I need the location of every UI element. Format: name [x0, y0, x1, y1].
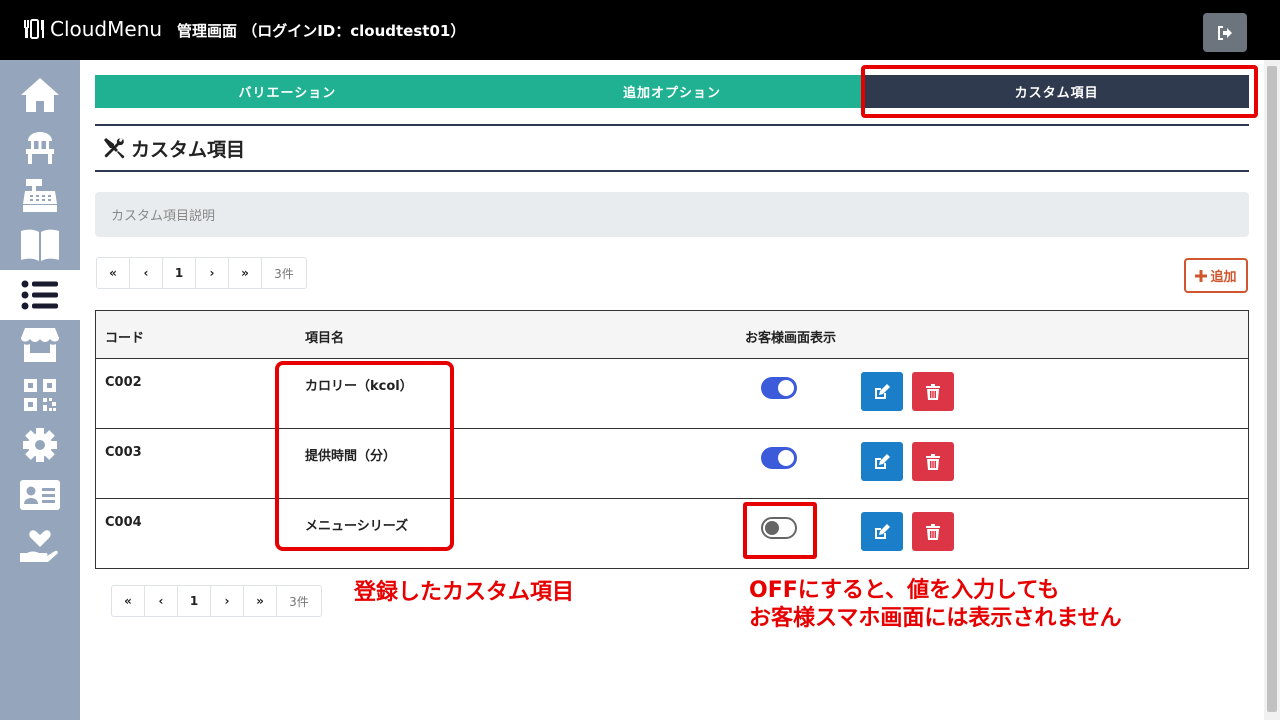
sidebar-item-support[interactable] [0, 520, 80, 570]
display-toggle[interactable] [761, 377, 797, 399]
page-title: カスタム項目 [95, 124, 1249, 172]
pager-last-button[interactable]: » [229, 258, 262, 288]
scrollbar-thumb[interactable] [1267, 66, 1277, 712]
sidebar-item-register[interactable] [0, 170, 80, 220]
sidebar-item-qrcode[interactable] [0, 370, 80, 420]
edit-button[interactable] [861, 512, 903, 551]
pager-next-button[interactable]: › [211, 586, 244, 616]
column-header-name: 項目名 [305, 331, 345, 346]
row-code: C002 [105, 375, 142, 390]
custom-items-table: コード 項目名 お客様画面表示 C002 カロリー（kcol） C003 提供時… [95, 310, 1249, 569]
book-open-icon [21, 229, 59, 261]
trash-icon [926, 453, 940, 470]
tab-additional-options[interactable]: 追加オプション [479, 75, 865, 108]
sidebar-item-home[interactable] [0, 70, 80, 120]
edit-icon [875, 453, 890, 469]
column-header-code: コード [105, 331, 145, 346]
header-title: 管理画面 （ログインID：cloudtest01） [177, 22, 466, 40]
annotation-registered-items: 登録したカスタム項目 [354, 580, 575, 605]
delete-button[interactable] [912, 372, 954, 411]
table-row: C002 カロリー（kcol） [96, 359, 1248, 429]
pagination-top: « ‹ 1 › » 3件 [96, 257, 307, 289]
sign-out-icon [1218, 25, 1232, 40]
pager-page-button[interactable]: 1 [163, 258, 196, 288]
page-scrollbar[interactable] [1264, 60, 1280, 720]
delete-button[interactable] [912, 442, 954, 481]
fork-knife-phone-icon [24, 19, 44, 39]
annotation-off-note-line1: OFFにすると、値を入力しても [749, 578, 1060, 603]
pager-first-button[interactable]: « [97, 258, 130, 288]
store-icon [21, 328, 59, 362]
sidebar-item-list[interactable] [0, 270, 80, 320]
cash-register-icon [23, 179, 57, 212]
delete-button[interactable] [912, 512, 954, 551]
sidebar-item-profile[interactable] [0, 470, 80, 520]
logo-text: CloudMenu [50, 17, 163, 41]
edit-button[interactable] [861, 372, 903, 411]
pager-count: 3件 [274, 266, 294, 281]
trash-icon [926, 383, 940, 400]
row-code: C003 [105, 445, 142, 460]
table-row: C004 メニューシリーズ [96, 499, 1248, 569]
add-button[interactable]: 追加 [1184, 258, 1248, 293]
logo: CloudMenu [22, 17, 162, 41]
edit-button[interactable] [861, 442, 903, 481]
edit-icon [875, 523, 890, 539]
annotation-off-note-line2: お客様スマホ画面には表示されません [749, 606, 1122, 631]
pager-count: 3件 [289, 594, 309, 609]
tools-icon [104, 138, 125, 159]
sidebar [0, 60, 80, 720]
custom-item-description: カスタム項目説明 [95, 192, 1249, 237]
chair-icon [26, 132, 54, 164]
pagination-bottom: « ‹ 1 › » 3件 [111, 585, 322, 617]
list-icon [21, 280, 58, 310]
description-text: カスタム項目説明 [111, 209, 216, 224]
column-header-display: お客様画面表示 [745, 331, 837, 346]
plus-icon [1195, 269, 1208, 282]
pager-next-button[interactable]: › [196, 258, 229, 288]
annotation-highlight-tab [861, 65, 1258, 118]
table-header: コード 項目名 お客様画面表示 [96, 311, 1248, 359]
logout-button[interactable] [1203, 13, 1247, 52]
home-icon [21, 78, 59, 112]
sidebar-item-menu-book[interactable] [0, 220, 80, 270]
pager-prev-button[interactable]: ‹ [130, 258, 163, 288]
pager-last-button[interactable]: » [244, 586, 277, 616]
edit-icon [875, 383, 890, 399]
sidebar-item-settings[interactable] [0, 420, 80, 470]
tab-variation[interactable]: バリエーション [95, 75, 480, 108]
row-code: C004 [105, 515, 142, 530]
top-header: CloudMenu 管理画面 （ログインID：cloudtest01） [0, 0, 1280, 60]
hand-heart-icon [20, 530, 58, 562]
id-card-icon [20, 480, 60, 510]
sidebar-item-seats[interactable] [0, 120, 80, 170]
table-row: C003 提供時間（分） [96, 429, 1248, 499]
display-toggle[interactable] [761, 447, 797, 469]
pager-page-button[interactable]: 1 [178, 586, 211, 616]
add-button-label: 追加 [1210, 270, 1237, 285]
section-title-text: カスタム項目 [131, 138, 246, 161]
annotation-highlight-names [275, 361, 454, 551]
pager-first-button[interactable]: « [112, 586, 145, 616]
sidebar-item-store[interactable] [0, 320, 80, 370]
annotation-highlight-toggle [743, 502, 817, 559]
gear-icon [23, 428, 57, 462]
trash-icon [926, 523, 940, 540]
pager-prev-button[interactable]: ‹ [145, 586, 178, 616]
qrcode-icon [24, 379, 56, 411]
